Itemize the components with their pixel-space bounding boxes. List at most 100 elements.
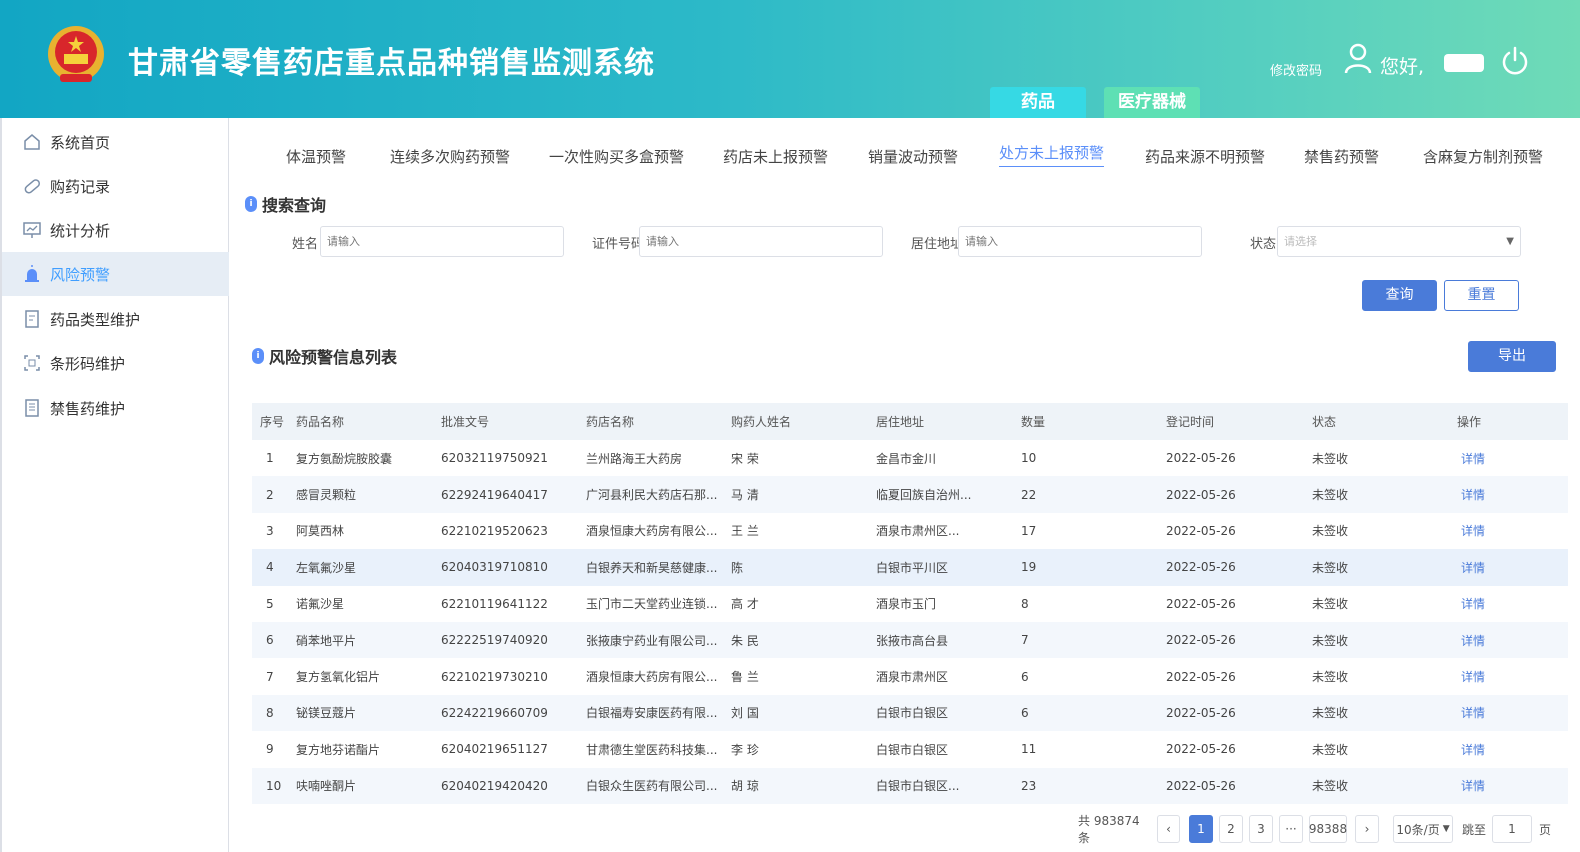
sidebar-item-risk-warning[interactable]: 风险预警: [2, 252, 229, 296]
tab-prescription-unreported-warning[interactable]: 处方未上报预警: [999, 142, 1105, 167]
goto-page-input[interactable]: 1: [1492, 815, 1532, 843]
table-row: 2 感冒灵颗粒 62292419640417 广河县利民大药店石那... 马 清 临夏回族…: [252, 476, 1568, 513]
address-label: 居住地址: [911, 237, 964, 252]
tab-pharmacy-unreported-warning[interactable]: 药店未上报预警: [723, 146, 828, 167]
status-select[interactable]: 请选择 ▼: [1277, 226, 1521, 257]
pill-icon: [24, 179, 41, 194]
detail-link[interactable]: 详情: [1461, 586, 1485, 622]
row-index-cell: 3: [266, 523, 274, 538]
section-marker-icon: i: [252, 348, 264, 364]
status-cell: 未签收: [1312, 488, 1349, 503]
sidebar-item-home[interactable]: 系统首页: [2, 120, 229, 164]
quantity-cell: 23: [1021, 778, 1037, 793]
column-header: 数量: [1021, 415, 1046, 429]
drug-name-cell: 诺氟沙星: [296, 597, 345, 612]
detail-link[interactable]: 详情: [1461, 658, 1485, 694]
prev-page-button[interactable]: ‹: [1157, 815, 1180, 843]
search-section-header: i 搜索查询: [245, 192, 326, 216]
tab-unknown-source-warning[interactable]: 药品来源不明预警: [1145, 146, 1265, 167]
home-icon: [24, 134, 40, 150]
approval-number-cell: 62292419640417: [441, 487, 548, 502]
pharmacy-name-cell: 广河县利民大药店石那...: [586, 488, 718, 503]
sidebar-item-barcodes[interactable]: 条形码维护: [2, 341, 229, 385]
buyer-name-cell: 马 清: [731, 488, 759, 503]
last-page-button[interactable]: 98388: [1309, 815, 1347, 843]
detail-link[interactable]: 详情: [1461, 768, 1485, 804]
detail-link[interactable]: 详情: [1461, 549, 1485, 585]
drug-name-cell: 复方氢氧化铝片: [296, 670, 381, 685]
sidebar-item-purchase-records[interactable]: 购药记录: [2, 164, 229, 208]
sidebar-item-statistics[interactable]: 统计分析: [2, 208, 229, 252]
tab-temperature-warning[interactable]: 体温预警: [286, 146, 346, 167]
buyer-name-cell: 陈: [731, 560, 744, 575]
approval-number-cell: 62040319710810: [441, 560, 548, 575]
id-number-label: 证件号码: [592, 237, 645, 252]
tab-ephedrine-compound-warning[interactable]: 含麻复方制剂预警: [1423, 146, 1543, 167]
row-index-cell: 1: [266, 451, 274, 466]
quantity-cell: 17: [1021, 523, 1037, 538]
sidebar-item-label: 禁售药维护: [50, 399, 126, 418]
address-cell: 酒泉市肃州区: [876, 670, 949, 685]
address-input[interactable]: [958, 226, 1202, 257]
drug-name-cell: 阿莫西林: [296, 524, 345, 539]
quantity-cell: 10: [1021, 451, 1037, 466]
page-button-1[interactable]: 1: [1189, 815, 1213, 843]
detail-link[interactable]: 详情: [1461, 695, 1485, 731]
quantity-cell: 19: [1021, 560, 1037, 575]
export-button[interactable]: 导出: [1468, 341, 1556, 372]
sidebar-item-label: 系统首页: [50, 133, 111, 152]
sidebar-item-drug-types[interactable]: 药品类型维护: [2, 297, 229, 341]
detail-link[interactable]: 详情: [1461, 440, 1485, 476]
address-cell: 白银市白银区...: [876, 779, 960, 794]
sidebar: 系统首页 购药记录 统计分析 风险预警 药品类型维护 条形码维护 禁售药维护: [0, 118, 229, 852]
logout-icon[interactable]: [1500, 46, 1530, 76]
status-cell: 未签收: [1312, 524, 1349, 539]
barcode-scan-icon: [24, 355, 40, 371]
sidebar-item-label: 统计分析: [50, 221, 111, 240]
buyer-name-cell: 李 珍: [731, 742, 759, 757]
detail-link[interactable]: 详情: [1461, 476, 1485, 512]
document-edit-icon: [25, 310, 39, 328]
approval-number-cell: 62210219520623: [441, 523, 548, 538]
detail-link[interactable]: 详情: [1461, 622, 1485, 658]
detail-link[interactable]: 详情: [1461, 513, 1485, 549]
page-button-3[interactable]: 3: [1249, 815, 1273, 843]
column-header: 序号: [260, 415, 285, 429]
search-section-title: 搜索查询: [262, 196, 327, 215]
sidebar-item-label: 风险预警: [50, 265, 111, 284]
tab-repeated-purchase-warning[interactable]: 连续多次购药预警: [390, 146, 510, 167]
page-size-select[interactable]: 10条/页 ▼: [1393, 815, 1453, 843]
name-input[interactable]: [320, 226, 564, 257]
tab-bulk-purchase-warning[interactable]: 一次性购买多盒预警: [549, 146, 684, 167]
more-pages-button[interactable]: ···: [1279, 815, 1303, 843]
module-tab-devices[interactable]: 医疗器械: [1104, 87, 1200, 118]
approval-number-cell: 62222519740920: [441, 633, 548, 648]
row-index-cell: 5: [266, 596, 274, 611]
pharmacy-name-cell: 甘肃德生堂医药科技集...: [586, 742, 718, 757]
quantity-cell: 6: [1021, 705, 1029, 720]
detail-link[interactable]: 详情: [1461, 731, 1485, 767]
sidebar-item-banned-drugs[interactable]: 禁售药维护: [2, 386, 229, 430]
tab-banned-drug-warning[interactable]: 禁售药预警: [1304, 146, 1379, 167]
page-button-2[interactable]: 2: [1219, 815, 1243, 843]
register-date-cell: 2022-05-26: [1166, 778, 1236, 793]
table-header-row: 序号 药品名称 批准文号 药店名称 购药人姓名 居住地址 数量 登记时间 状态 …: [252, 403, 1568, 440]
next-page-button[interactable]: ›: [1355, 815, 1379, 843]
column-header: 药品名称: [296, 415, 345, 429]
register-date-cell: 2022-05-26: [1166, 705, 1236, 720]
address-cell: 白银市平川区: [876, 560, 949, 575]
status-cell: 未签收: [1312, 670, 1349, 685]
id-number-input[interactable]: [639, 226, 883, 257]
buyer-name-cell: 宋 荣: [731, 451, 759, 466]
tab-sales-fluctuation-warning[interactable]: 销量波动预警: [868, 146, 958, 167]
register-date-cell: 2022-05-26: [1166, 451, 1236, 466]
change-password-link[interactable]: 修改密码: [1270, 60, 1322, 79]
address-cell: 临夏回族自治州...: [876, 488, 972, 503]
pharmacy-name-cell: 白银养天和新昊慈健康...: [586, 560, 718, 575]
reset-button[interactable]: 重置: [1444, 280, 1519, 311]
status-cell: 未签收: [1312, 633, 1349, 648]
module-tab-drugs[interactable]: 药品: [990, 87, 1086, 118]
pagination-total: 共 983874 条: [1078, 814, 1140, 845]
query-button[interactable]: 查询: [1362, 280, 1437, 311]
quantity-cell: 22: [1021, 487, 1037, 502]
